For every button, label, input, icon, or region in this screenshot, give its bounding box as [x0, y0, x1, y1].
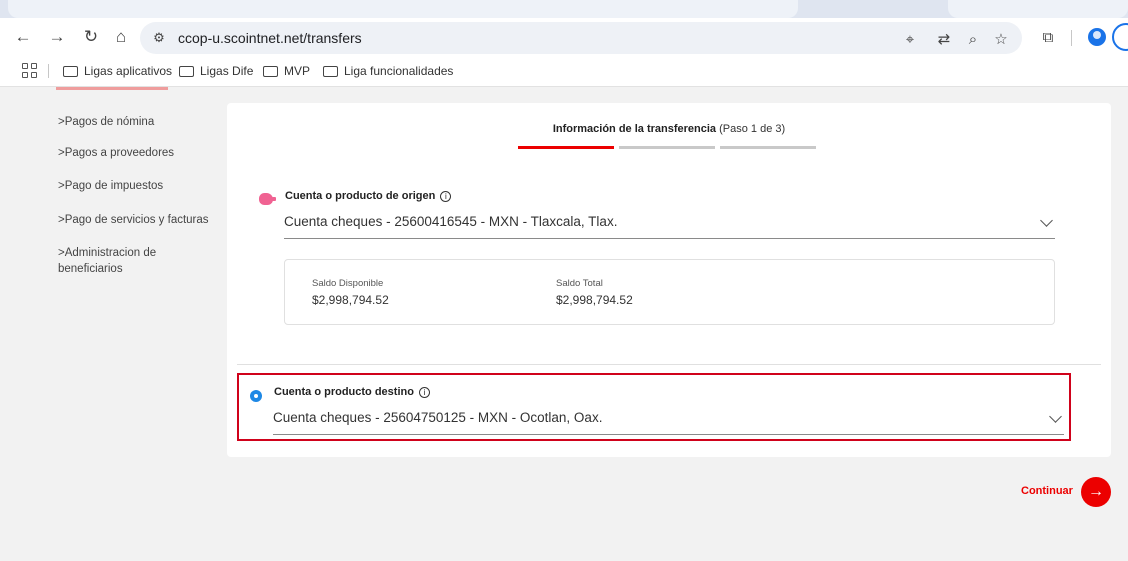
origin-selected-value: Cuenta cheques - 25600416545 - MXN - Tla…: [284, 214, 618, 229]
chevron-down-icon[interactable]: [1040, 214, 1053, 227]
stepper-title: Información de la transferencia (Paso 1 …: [227, 123, 1111, 135]
sidebar-scroll-remnant: [56, 87, 168, 90]
bookmark-label: Ligas aplicativos: [84, 64, 173, 78]
step-indicator-1: [518, 146, 614, 149]
bookmark-item[interactable]: Ligas Dife: [179, 62, 253, 80]
folder-icon: [263, 65, 278, 77]
folder-icon: [63, 65, 78, 77]
chevron-right-icon: >: [58, 247, 65, 259]
folder-icon: [323, 65, 338, 77]
location-pin-icon[interactable]: ⌖: [900, 30, 920, 48]
chevron-right-icon: >: [58, 214, 65, 226]
step-indicator-3: [720, 146, 816, 149]
destination-highlight-box: [237, 373, 1071, 441]
section-divider: [237, 364, 1101, 365]
chevron-right-icon: >: [58, 147, 65, 159]
bookmarks-bar: Ligas aplicativos Ligas Dife MVP Liga fu…: [0, 56, 1128, 87]
toolbar-divider: [1071, 30, 1072, 46]
continue-label[interactable]: Continuar: [1021, 485, 1073, 497]
apps-grid-icon[interactable]: [22, 63, 38, 79]
chevron-right-icon: >: [58, 116, 65, 128]
balance-summary: Saldo Disponible $2,998,794.52 Saldo Tot…: [284, 259, 1055, 325]
bookmark-item[interactable]: Liga funcionalidades: [323, 62, 453, 80]
reload-icon[interactable]: ↻: [80, 26, 102, 48]
bookmark-label: MVP: [284, 64, 311, 78]
total-balance-value: $2,998,794.52: [556, 293, 633, 307]
bookmark-label: Ligas Dife: [200, 64, 254, 78]
bookmark-item[interactable]: Ligas aplicativos: [63, 62, 172, 80]
step-info: (Paso 1 de 3): [719, 123, 786, 135]
sidebar-item-pago-impuestos[interactable]: >Pago de impuestos: [58, 178, 163, 194]
sidebar-item-administracion-beneficiarios[interactable]: >Administracion de beneficiarios: [58, 245, 156, 277]
sidebar-item-pagos-nomina[interactable]: >Pagos de nómina: [58, 114, 154, 130]
tune-icon[interactable]: ⚙: [150, 29, 168, 47]
origin-label: Cuenta o producto de origen: [285, 190, 436, 202]
bookmarks-divider: [48, 64, 49, 78]
info-icon[interactable]: i: [440, 190, 452, 202]
step-indicator-2: [619, 146, 715, 149]
home-icon[interactable]: ⌂: [110, 26, 132, 48]
browser-tab[interactable]: [948, 0, 1128, 18]
puzzle-icon[interactable]: ⧉: [1037, 26, 1059, 48]
bookmark-label: Liga funcionalidades: [344, 64, 454, 78]
bookmark-item[interactable]: MVP: [263, 62, 310, 80]
sidebar-item-label: Pago de impuestos: [64, 180, 164, 192]
sidebar-item-label: Pagos de nómina: [64, 116, 155, 128]
forward-arrow-icon[interactable]: →: [46, 26, 68, 48]
origin-section-title: Cuenta o producto de origen i: [285, 190, 452, 202]
browser-tab[interactable]: [8, 0, 798, 18]
sidebar-item-label: Administracion de: [64, 247, 157, 259]
origin-account-select[interactable]: Cuenta cheques - 25600416545 - MXN - Tla…: [284, 214, 1055, 239]
address-bar[interactable]: ⚙ ccop-u.scointnet.net/transfers ⌖ ⇄ ⌕ ☆: [140, 22, 1022, 54]
available-balance-value: $2,998,794.52: [312, 293, 389, 307]
sidebar-item-pago-servicios[interactable]: >Pago de servicios y facturas: [58, 212, 209, 228]
available-balance-label: Saldo Disponible: [312, 278, 384, 289]
sidebar-item-label: Pagos a proveedores: [64, 147, 175, 159]
piggy-bank-icon: [259, 193, 276, 205]
star-icon[interactable]: ☆: [991, 30, 1011, 48]
sidebar-item-label: beneficiarios: [58, 263, 123, 275]
arrow-right-icon: →: [1088, 483, 1104, 500]
address-url[interactable]: ccop-u.scointnet.net/transfers: [178, 30, 362, 46]
profile-icon[interactable]: [1088, 28, 1106, 46]
sidebar-item-pagos-proveedores[interactable]: >Pagos a proveedores: [58, 145, 174, 161]
back-arrow-icon[interactable]: ←: [12, 26, 34, 48]
sidebar-item-label: Pago de servicios y facturas: [64, 214, 209, 226]
browser-toolbar: ← → ↻ ⌂ ⚙ ccop-u.scointnet.net/transfers…: [0, 18, 1128, 56]
zoom-icon[interactable]: ⌕: [963, 30, 983, 48]
translate-icon[interactable]: ⇄: [934, 30, 954, 48]
menu-icon[interactable]: ⋮: [1112, 23, 1128, 51]
step-title: Información de la transferencia: [552, 123, 717, 135]
folder-icon: [179, 65, 194, 77]
chevron-right-icon: >: [58, 180, 65, 192]
browser-tab-strip: [0, 0, 1128, 18]
total-balance-label: Saldo Total: [556, 278, 603, 289]
continue-button[interactable]: →: [1081, 477, 1111, 507]
